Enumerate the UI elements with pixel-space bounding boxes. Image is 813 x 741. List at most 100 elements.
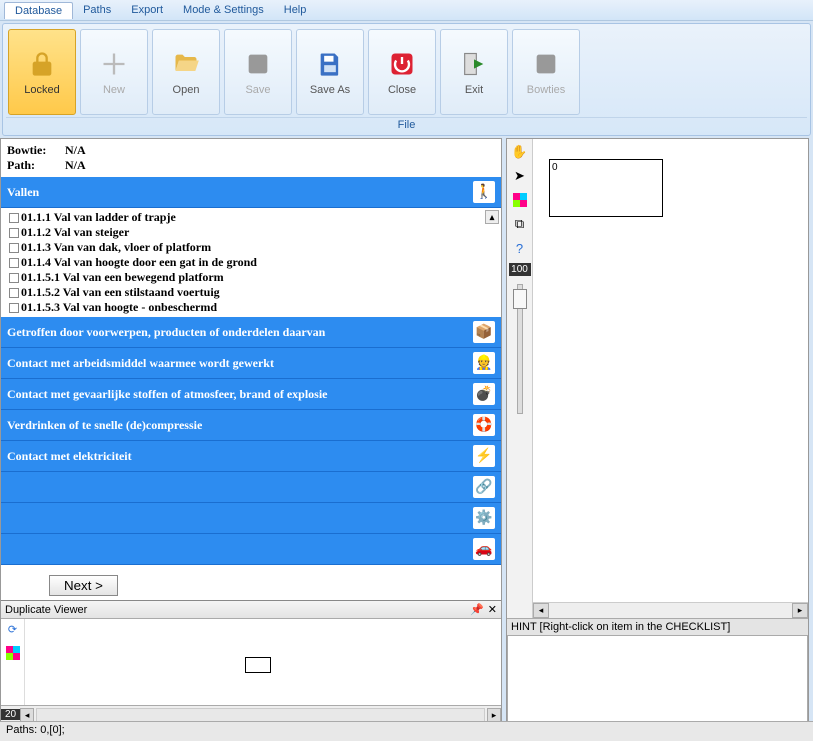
category-elektriciteit[interactable]: Contact met elektriciteit ⚡ [1, 441, 501, 472]
category-getroffen[interactable]: Getroffen door voorwerpen, producten of … [1, 317, 501, 348]
menu-bar: Database Paths Export Mode & Settings He… [0, 0, 813, 21]
ribbon: Locked New Open Save Save As [2, 23, 811, 136]
category-vallen-items: ▴ 01.1.1 Val van ladder of trapje 01.1.2… [1, 208, 501, 317]
canvas-tools: ✋ ➤ ⧉ ? 100 [507, 139, 533, 618]
menu-help[interactable]: Help [274, 2, 317, 18]
list-item[interactable]: 01.1.2 Val van steiger [9, 225, 497, 240]
save-button[interactable]: Save [224, 29, 292, 115]
category-8[interactable]: ⚙️ [1, 503, 501, 534]
fall-icon: 🚶 [473, 181, 495, 203]
scroll-right-icon[interactable]: ▸ [487, 708, 501, 722]
link-icon: 🔗 [473, 476, 495, 498]
menu-paths[interactable]: Paths [73, 2, 121, 18]
path-label: Path: [7, 158, 57, 173]
list-item[interactable]: 01.1.5.2 Val van een stilstaand voertuig [9, 285, 497, 300]
bowties-label: Bowties [527, 84, 566, 96]
scroll-left-icon[interactable]: ◂ [533, 603, 549, 618]
left-panel: Bowtie: N/A Path: N/A Vallen 🚶 ▴ 01.1.1 … [0, 138, 502, 724]
node-label: 0 [552, 162, 558, 173]
canvas-h-scrollbar[interactable]: ◂ ▸ [533, 602, 808, 618]
right-panel: ✋ ➤ ⧉ ? 100 0 ◂ ▸ [506, 138, 809, 724]
category-title: Contact met elektriciteit [7, 449, 132, 464]
category-verdrinken[interactable]: Verdrinken of te snelle (de)compressie 🛟 [1, 410, 501, 441]
exit-label: Exit [465, 84, 483, 96]
checkbox-icon[interactable] [9, 243, 19, 253]
list-item[interactable]: 01.1.5.1 Val van een bewegend platform [9, 270, 497, 285]
category-title: Getroffen door voorwerpen, producten of … [7, 325, 325, 340]
canvas-node[interactable]: 0 [549, 159, 663, 217]
category-title: Verdrinken of te snelle (de)compressie [7, 418, 202, 433]
main-split: Bowtie: N/A Path: N/A Vallen 🚶 ▴ 01.1.1 … [0, 138, 813, 724]
info-block: Bowtie: N/A Path: N/A [1, 139, 501, 177]
checkbox-icon[interactable] [9, 213, 19, 223]
plus-icon [98, 48, 130, 80]
duplicate-viewer-header: Duplicate Viewer 📌 ✕ [1, 601, 501, 619]
exit-button[interactable]: Exit [440, 29, 508, 115]
checkbox-icon[interactable] [9, 303, 19, 313]
checkbox-icon[interactable] [9, 258, 19, 268]
refresh-icon[interactable]: ⟳ [8, 623, 17, 636]
category-title: Contact met gevaarlijke stoffen of atmos… [7, 387, 328, 402]
category-tree: Vallen 🚶 ▴ 01.1.1 Val van ladder of trap… [1, 177, 501, 571]
category-vallen[interactable]: Vallen 🚶 [1, 177, 501, 208]
menu-export[interactable]: Export [121, 2, 173, 18]
locked-button[interactable]: Locked [8, 29, 76, 115]
next-button[interactable]: Next > [49, 575, 118, 596]
checkbox-icon[interactable] [9, 228, 19, 238]
list-item[interactable]: 01.1.3 Van van dak, vloer of platform [9, 240, 497, 255]
list-item[interactable]: 01.1.5.3 Val van hoogte - onbeschermd [9, 300, 497, 315]
close-label: Close [388, 84, 416, 96]
checkbox-icon[interactable] [9, 273, 19, 283]
canvas[interactable]: 0 ◂ ▸ [533, 139, 808, 618]
open-label: Open [173, 84, 200, 96]
category-7[interactable]: 🔗 [1, 472, 501, 503]
pointer-icon[interactable]: ➤ [511, 167, 529, 185]
checkbox-icon[interactable] [9, 288, 19, 298]
path-value: N/A [65, 158, 86, 173]
zoom-thumb[interactable] [513, 289, 527, 309]
lock-icon [26, 48, 58, 80]
dup-canvas[interactable] [25, 619, 501, 705]
zoom-slider[interactable] [517, 284, 523, 414]
object-icon: 📦 [473, 321, 495, 343]
category-title: Contact met arbeidsmiddel waarmee wordt … [7, 356, 274, 371]
list-item[interactable]: 01.1.1 Val van ladder of trapje [9, 210, 497, 225]
help-icon[interactable]: ? [511, 239, 529, 257]
category-gevaarlijke[interactable]: Contact met gevaarlijke stoffen of atmos… [1, 379, 501, 410]
duplicate-viewer: Duplicate Viewer 📌 ✕ ⟳ 20 [1, 600, 501, 723]
scroll-up-button[interactable]: ▴ [485, 210, 499, 224]
color-icon[interactable] [6, 646, 20, 660]
worker-icon: 👷 [473, 352, 495, 374]
list-item[interactable]: 01.1.4 Val van hoogte door een gat in de… [9, 255, 497, 270]
open-button[interactable]: Open [152, 29, 220, 115]
hand-icon[interactable]: ✋ [511, 143, 529, 161]
save-as-button[interactable]: Save As [296, 29, 364, 115]
ribbon-group-label: File [6, 117, 807, 132]
car-icon: 🚗 [473, 538, 495, 560]
category-9[interactable]: 🚗 [1, 534, 501, 565]
dup-scrollbar[interactable] [36, 708, 485, 722]
bolt-icon: ⚡ [473, 445, 495, 467]
close-icon[interactable]: ✕ [488, 603, 497, 616]
menu-mode-settings[interactable]: Mode & Settings [173, 2, 274, 18]
pin-icon[interactable]: 📌 [470, 603, 484, 616]
copy-icon[interactable]: ⧉ [511, 215, 529, 233]
category-title: Vallen [7, 185, 39, 200]
save-icon [242, 48, 274, 80]
close-button[interactable]: Close [368, 29, 436, 115]
dup-side-tools: ⟳ [1, 619, 25, 705]
power-icon [386, 48, 418, 80]
bowties-button[interactable]: Bowties [512, 29, 580, 115]
scroll-left-icon[interactable]: ◂ [20, 708, 34, 722]
locked-label: Locked [24, 84, 59, 96]
dup-node[interactable] [245, 657, 271, 673]
new-button[interactable]: New [80, 29, 148, 115]
save-label: Save [245, 84, 270, 96]
folder-open-icon [170, 48, 202, 80]
scroll-right-icon[interactable]: ▸ [792, 603, 808, 618]
category-arbeidsmiddel[interactable]: Contact met arbeidsmiddel waarmee wordt … [1, 348, 501, 379]
menu-database[interactable]: Database [4, 2, 73, 19]
color-icon[interactable] [511, 191, 529, 209]
duplicate-viewer-title: Duplicate Viewer [5, 604, 87, 616]
save-as-label: Save As [310, 84, 350, 96]
